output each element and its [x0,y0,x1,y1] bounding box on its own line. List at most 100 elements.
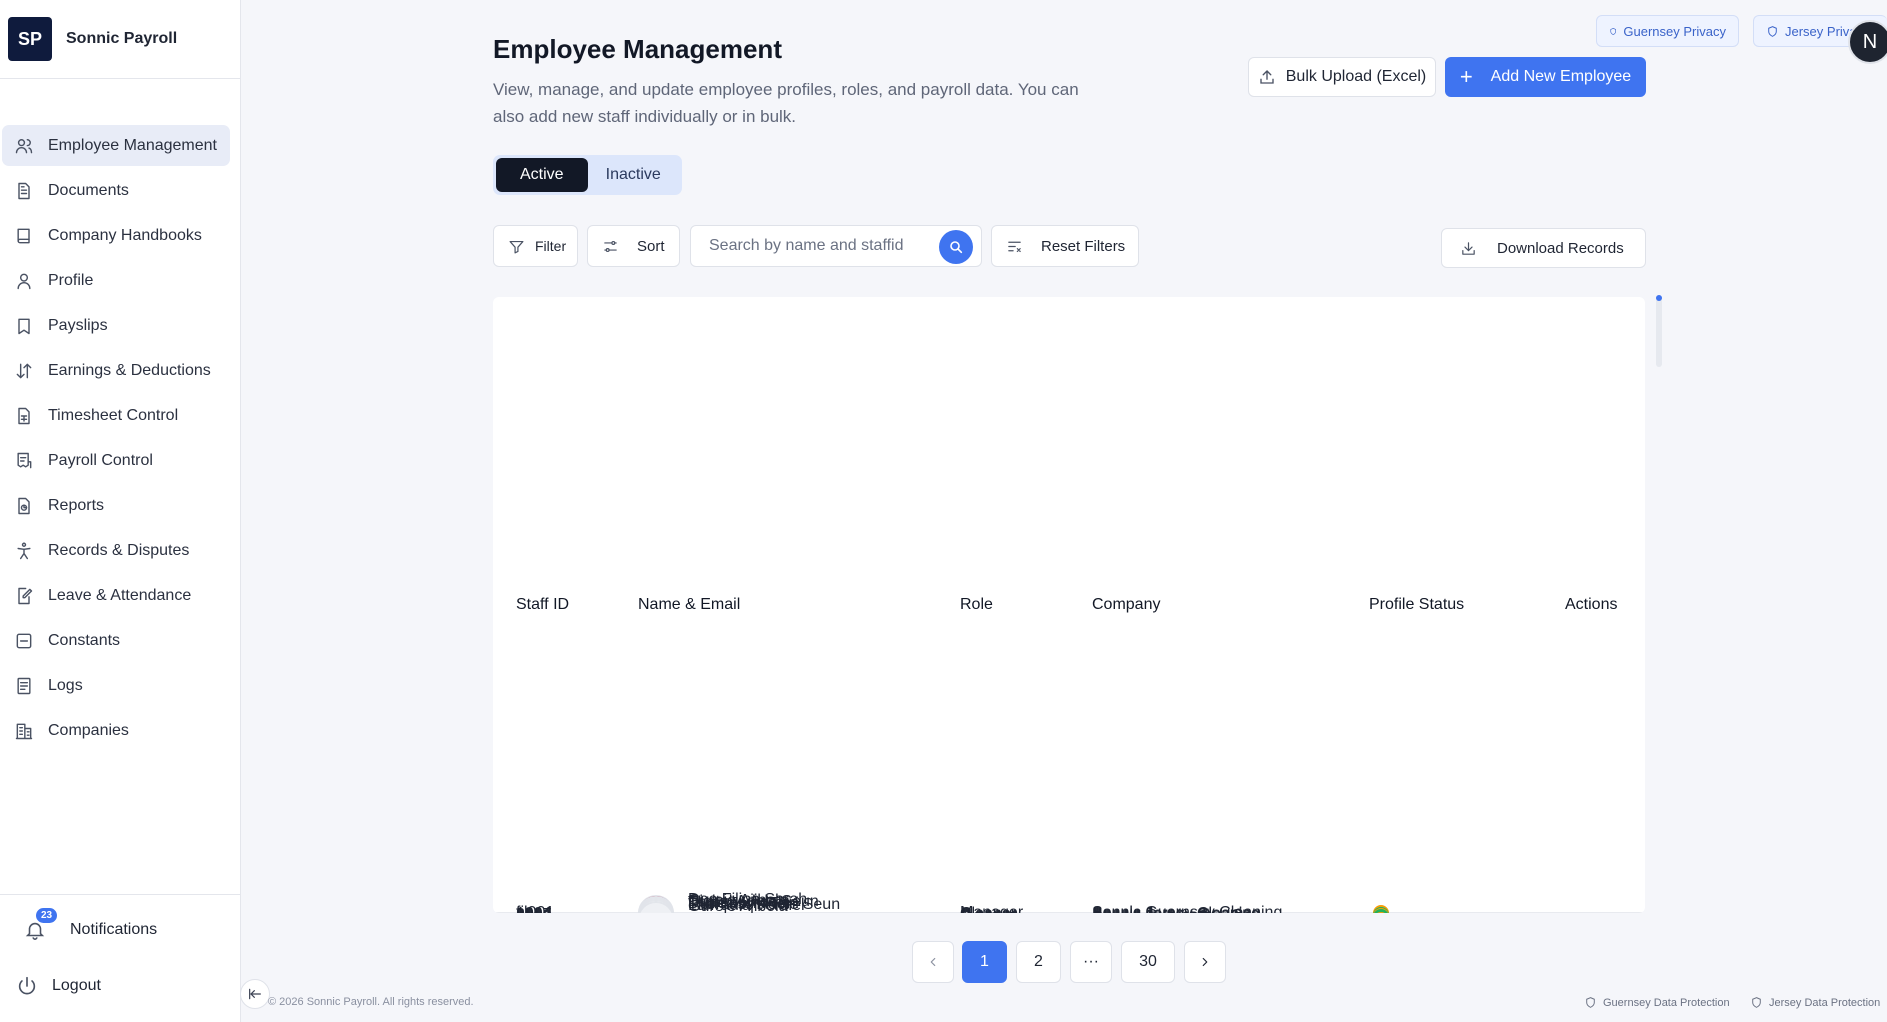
page-description: View, manage, and update employee profil… [493,80,1079,126]
sidebar-footer: 23 Notifications Logout [0,894,240,1022]
user-avatar[interactable]: N [1848,20,1887,64]
sheet-icon [18,407,30,424]
column-header-company[interactable]: Company [1092,596,1160,614]
sidebar-item-payroll-control[interactable]: Payroll Control [2,440,230,481]
brand[interactable]: SP Sonnic Payroll [0,0,240,79]
sidebar-item-employee-management[interactable]: Employee Management [2,125,230,166]
bulk-upload-button[interactable]: Bulk Upload (Excel) [1248,57,1436,97]
upload-icon [1260,70,1274,84]
sidebar-item-label: Reports [48,496,105,514]
notifications-label: Notifications [70,921,158,938]
jersey-data-protection-link[interactable]: Jersey Data Protection [1750,996,1880,1009]
page-title: Employee Management [493,34,782,64]
collapse-sidebar-button[interactable] [240,979,270,1009]
sidebar-item-label: Companies [48,721,129,739]
sidebar-item-label: Constants [48,631,121,649]
sidebar-item-label: Earnings & Deductions [48,361,211,379]
sidebar-item-label: Employee Management [48,136,217,154]
pagination-page-2[interactable]: 2 [1016,941,1061,983]
sidebar-item-earnings-deductions[interactable]: Earnings & Deductions [2,350,230,391]
staff-id-cell: 234566 [516,911,569,913]
filter-label: Filter [535,238,567,254]
guernsey-privacy-label: Guernsey Privacy [1623,23,1726,39]
sidebar-item-label: Timesheet Control [48,406,179,424]
sidebar-item-label: Records & Disputes [48,541,190,559]
chevron-left-icon [930,957,936,967]
search-input[interactable] [691,226,931,266]
pagination-ellipsis[interactable]: ··· [1070,941,1112,983]
download-icon [1462,241,1475,255]
sidebar-item-label: Leave & Attendance [48,586,192,604]
sidebar-item-company-handbooks[interactable]: Company Handbooks [2,215,230,256]
sidebar-item-leave-attendance[interactable]: Leave & Attendance [2,575,230,616]
scrollbar-thumb[interactable] [1656,295,1662,301]
filter-icon [509,240,524,253]
sort-button[interactable]: Sort [587,225,680,267]
report-icon [18,497,30,514]
pagination-next-button[interactable] [1184,941,1226,983]
sidebar-item-label: Payroll Control [48,451,153,469]
sidebar-item-companies[interactable]: Companies [2,710,230,751]
table-scrollbar[interactable] [1656,295,1662,367]
sidebar-item-label: Documents [48,181,129,199]
pagination-page-1[interactable]: 1 [962,941,1007,983]
bookmark-icon [18,318,30,334]
search-button[interactable] [939,230,973,264]
reset-filters-label: Reset Filters [1041,237,1126,255]
logout-label: Logout [52,977,101,994]
column-header-role[interactable]: Role [960,596,993,614]
employee-table: Staff ID Name & Email Role Company Profi… [493,297,1645,913]
column-header-actions: Actions [1565,595,1618,613]
logout-button[interactable]: Logout [16,975,101,997]
employee-name-email: Gureje Ajibolague@gmail.com [688,897,804,913]
sidebar-item-records-disputes[interactable]: Records & Disputes [2,530,230,571]
company-cell: Franklyn [1092,911,1153,913]
tab-active[interactable]: Active [496,158,588,192]
sidebar-item-logs[interactable]: Logs [2,665,230,706]
add-employee-label: Add New Employee [1490,68,1632,85]
reset-filters-button[interactable]: Reset Filters [991,225,1139,267]
add-employee-button[interactable]: + Add New Employee [1445,57,1646,97]
sidebar-item-constants[interactable]: Constants [2,620,230,661]
download-records-label: Download Records [1497,239,1624,257]
collapse-left-icon [249,988,261,1000]
sort-icon [604,240,617,252]
table-header: Staff ID Name & Email Role Company Profi… [493,297,1645,913]
plus-icon: + [1459,64,1473,89]
shield-icon [1768,25,1777,37]
tab-inactive[interactable]: Inactive [588,158,680,192]
sidebar-item-documents[interactable]: Documents [2,170,230,211]
role-cell: Staff [960,911,993,913]
building-icon [15,723,33,739]
sidebar-item-payslips[interactable]: Payslips [2,305,230,346]
pagination-page-30[interactable]: 30 [1121,941,1175,983]
notification-count-badge: 23 [36,908,58,923]
book-icon [17,228,30,243]
shield-icon [1586,997,1595,1008]
search-box [690,225,982,267]
user-icon [17,273,31,289]
edit-doc-icon [18,587,33,604]
sidebar-item-reports[interactable]: Reports [2,485,230,526]
guernsey-data-protection-link[interactable]: Guernsey Data Protection [1584,996,1730,1009]
sidebar-item-label: Logs [48,676,83,694]
notifications-button[interactable]: 23 Notifications [24,908,158,941]
sidebar-item-label: Company Handbooks [48,226,202,244]
sidebar-item-label: Payslips [48,316,108,334]
download-records-button[interactable]: Download Records [1441,228,1646,268]
column-header-staff-id[interactable]: Staff ID [516,596,569,614]
arrows-updown-icon [16,363,32,378]
reset-filter-icon [1008,241,1021,252]
sidebar-nav: Employee Management Documents Company Ha… [0,79,240,751]
pagination-prev-button[interactable] [912,941,954,983]
employee-name[interactable]: Gureje Ajibola [688,897,804,913]
copyright-text: © 2026 Sonnic Payroll. All rights reserv… [268,996,474,1008]
sidebar-item-timesheet-control[interactable]: Timesheet Control [2,395,230,436]
guernsey-privacy-link[interactable]: Guernsey Privacy [1596,15,1739,47]
sidebar-item-profile[interactable]: Profile [2,260,230,301]
filter-button[interactable]: Filter [493,225,578,267]
jersey-data-protection-label: Jersey Data Protection [1769,996,1881,1009]
column-header-name-email[interactable]: Name & Email [638,596,740,614]
column-header-profile-status[interactable]: Profile Status [1369,596,1464,614]
document-icon [18,182,30,199]
